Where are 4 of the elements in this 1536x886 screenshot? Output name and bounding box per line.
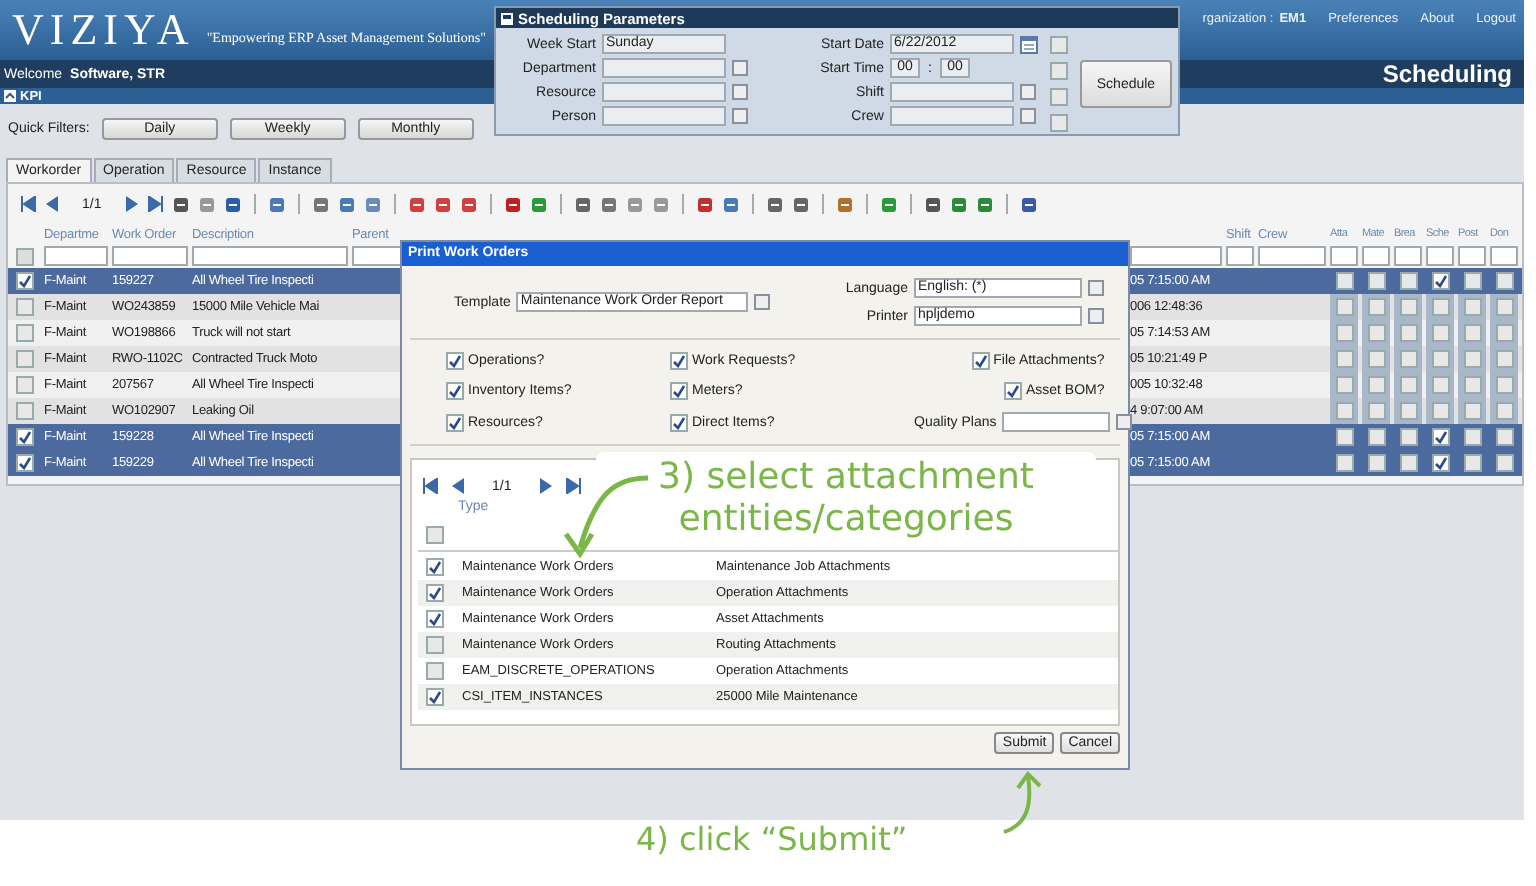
module-title: Scheduling	[1382, 60, 1512, 88]
callout-text: 3) select attachment entities/categories	[596, 452, 1096, 544]
annotation-text: 4) click “Submit”	[636, 820, 908, 858]
logo: VIZIYA	[12, 4, 195, 56]
